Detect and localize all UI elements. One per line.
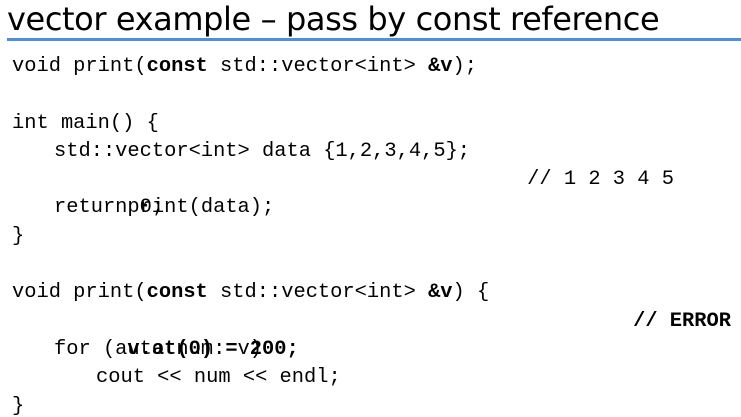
def-reference-param: &v bbox=[428, 281, 453, 305]
decl-part3: ); bbox=[452, 55, 478, 78]
decl-const-keyword: const bbox=[146, 55, 208, 78]
code-line-blank-1 bbox=[12, 81, 737, 109]
decl-reference-param: &v bbox=[428, 55, 453, 78]
code-line-blank-2 bbox=[12, 251, 737, 279]
code-line-vector-declaration: std::vector<int> data {1,2,3,4,5}; bbox=[54, 139, 471, 163]
code-line-cout: cout << num << endl; bbox=[96, 366, 341, 390]
code-line-print-call: print(data); // 1 2 3 4 5 bbox=[12, 166, 737, 219]
print-call-comment: // 1 2 3 4 5 bbox=[527, 168, 674, 192]
code-line-main-signature: int main() { bbox=[12, 111, 159, 135]
code-block: void print(const std::vector<int> &v); i… bbox=[12, 53, 737, 417]
def-part1: void print( bbox=[12, 281, 147, 305]
slide: vector example – pass by const reference… bbox=[0, 0, 741, 417]
code-line-definition-close: } bbox=[12, 394, 25, 417]
error-comment: // ERROR bbox=[633, 309, 731, 333]
code-line-declaration: void print(const std::vector<int> &v); bbox=[12, 53, 737, 81]
decl-part2: std::vector<int> bbox=[207, 55, 429, 78]
code-line-definition: void print(const std::vector<int> &v) { bbox=[12, 279, 737, 307]
code-line-main-close: } bbox=[12, 224, 25, 248]
def-part3: ) { bbox=[452, 281, 490, 305]
def-const-keyword: const bbox=[146, 281, 208, 305]
code-line-return: return 0; bbox=[54, 196, 165, 220]
code-line-for-loop: for (auto num: v) bbox=[54, 337, 263, 361]
slide-title: vector example – pass by const reference bbox=[7, 0, 660, 38]
def-part2: std::vector<int> bbox=[207, 281, 429, 305]
decl-part1: void print( bbox=[12, 55, 147, 78]
code-line-assignment: v.at(0) = 200; // ERROR bbox=[12, 308, 737, 361]
title-underline bbox=[7, 38, 741, 41]
